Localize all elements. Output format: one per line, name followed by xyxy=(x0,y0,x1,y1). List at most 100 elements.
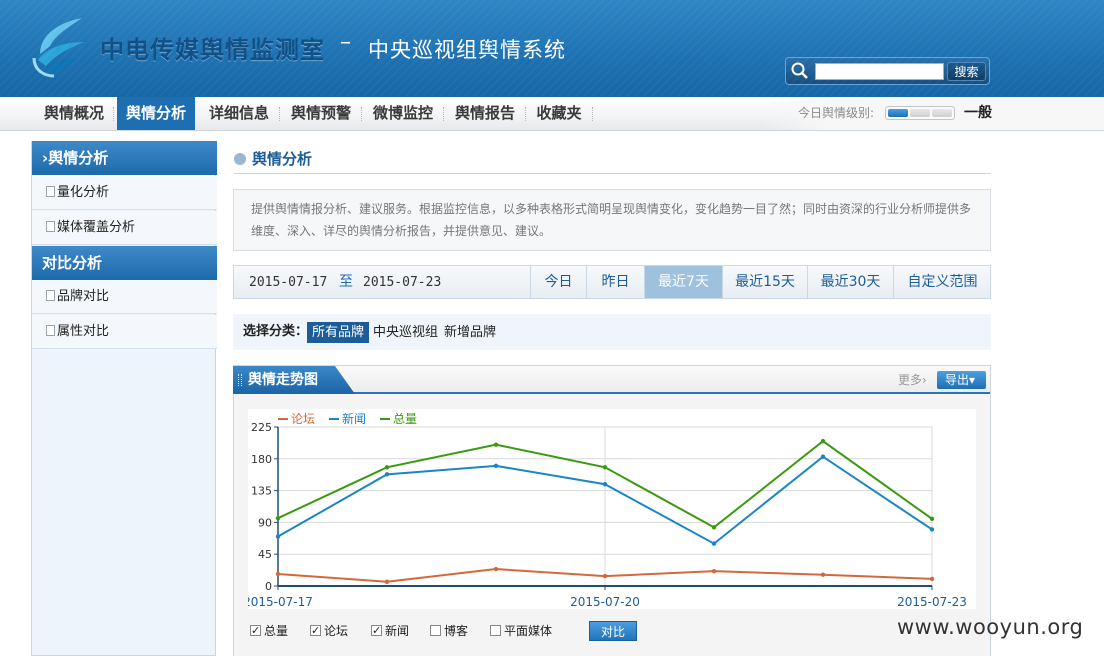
filter-all-brands[interactable]: 所有品牌 xyxy=(307,322,370,343)
sidebar-section-analysis[interactable]: ›舆情分析 xyxy=(32,141,217,175)
document-icon xyxy=(46,221,55,232)
checkbox-icon xyxy=(250,621,261,641)
sidebar-item-quantitative[interactable]: 量化分析 xyxy=(32,176,217,210)
sidebar-item-label: 媒体覆盖分析 xyxy=(57,220,136,235)
x-tick-label: 2015-07-17 xyxy=(248,595,313,609)
y-tick-label: 45 xyxy=(258,548,272,561)
search-box: 搜索 xyxy=(785,57,990,85)
x-tick-label: 2015-07-23 xyxy=(897,595,967,609)
nav-divider xyxy=(525,107,526,121)
nav-item-warning[interactable]: 舆情预警 xyxy=(283,97,359,130)
category-filter: 选择分类： 所有品牌 中央巡视组 新增品牌 xyxy=(233,314,991,350)
checkbox-icon xyxy=(490,625,501,636)
date-to[interactable]: 2015-07-23 xyxy=(363,266,441,299)
sidebar: ›舆情分析 量化分析 媒体覆盖分析 对比分析 品牌对比 属性对比 xyxy=(31,141,217,656)
search-icon[interactable] xyxy=(790,61,810,81)
sidebar-section-title: 对比分析 xyxy=(42,254,103,272)
sidebar-item-brand-compare[interactable]: 品牌对比 xyxy=(32,280,217,314)
nav-divider xyxy=(361,107,362,121)
data-point xyxy=(275,571,281,577)
legend-label: 新闻 xyxy=(342,411,366,426)
toggle-label: 论坛 xyxy=(324,624,349,638)
grip-icon xyxy=(238,374,242,386)
nav-item-favorites[interactable]: 收藏夹 xyxy=(529,97,589,130)
logo-icon xyxy=(32,18,84,78)
document-icon xyxy=(46,186,55,197)
filter-central-group[interactable]: 中央巡视组 xyxy=(368,322,443,343)
gauge-segment xyxy=(910,109,930,117)
nav-item-report[interactable]: 舆情报告 xyxy=(447,97,523,130)
sidebar-section-title: 舆情分析 xyxy=(48,149,109,167)
data-point xyxy=(602,465,608,470)
range-today-button[interactable]: 今日 xyxy=(530,266,586,298)
y-tick-label: 0 xyxy=(265,580,272,593)
data-point xyxy=(929,516,935,522)
trend-panel: 舆情走势图 更多› 导出▾ 0 45 90 135 180 225 2015-07-17 20… xyxy=(233,365,991,656)
nav-divider xyxy=(113,107,114,121)
data-point xyxy=(275,534,281,539)
app-title: 中电传媒舆情监测室 xyxy=(100,35,325,64)
data-point xyxy=(929,576,935,582)
data-point xyxy=(493,463,499,469)
search-input[interactable] xyxy=(815,63,944,80)
level-label: 今日舆情级别: xyxy=(798,106,875,120)
nav-item-details[interactable]: 详细信息 xyxy=(201,97,277,130)
compare-button[interactable]: 对比 xyxy=(589,621,637,641)
range-15days-button[interactable]: 最近15天 xyxy=(722,266,807,298)
range-30days-button[interactable]: 最近30天 xyxy=(807,266,893,298)
nav-item-weibo[interactable]: 微博监控 xyxy=(365,97,441,130)
toggle-blog[interactable]: 博客 xyxy=(430,621,468,641)
toggle-news[interactable]: 新闻 xyxy=(371,621,409,641)
checkbox-icon xyxy=(371,621,382,641)
toggle-forum[interactable]: 论坛 xyxy=(310,621,348,641)
nav-item-overview[interactable]: 舆情概况 xyxy=(36,97,112,130)
bullet-icon xyxy=(234,153,246,165)
date-range-bar: 2015-07-17 至 2015-07-23 今日 昨日 最近7天 最近15天… xyxy=(233,265,991,299)
title-separator: – xyxy=(340,30,351,55)
data-point xyxy=(493,566,499,572)
data-point xyxy=(711,525,717,530)
panel-title: 舆情走势图 xyxy=(248,372,318,388)
watermark: www.wooyun.org xyxy=(897,615,1084,639)
sidebar-section-compare[interactable]: 对比分析 xyxy=(32,246,217,280)
series-toggles: 总量 论坛 新闻 博客 平面媒体 对比 xyxy=(250,621,970,641)
nav-divider xyxy=(592,107,593,121)
more-link[interactable]: 更多› xyxy=(898,366,927,394)
page-title: 舆情分析 xyxy=(234,146,991,174)
data-point xyxy=(384,472,390,477)
data-point xyxy=(384,465,390,470)
trend-chart-svg: 0 45 90 135 180 225 2015-07-17 2015-07-20 2015-0… xyxy=(248,411,967,609)
checkbox-icon xyxy=(310,621,321,641)
export-button[interactable]: 导出▾ xyxy=(937,371,986,389)
sidebar-item-label: 属性对比 xyxy=(57,324,110,339)
data-point xyxy=(820,438,826,444)
toggle-label: 平面媒体 xyxy=(504,624,553,638)
panel-header: 舆情走势图 更多› 导出▾ xyxy=(233,366,990,394)
toggle-label: 总量 xyxy=(264,624,289,638)
y-tick-label: 135 xyxy=(251,485,272,498)
range-7days-button[interactable]: 最近7天 xyxy=(644,266,722,298)
legend-label: 总量 xyxy=(393,412,417,426)
sidebar-item-media-coverage[interactable]: 媒体覆盖分析 xyxy=(32,211,217,245)
nav-item-analysis[interactable]: 舆情分析 xyxy=(117,97,195,130)
search-button[interactable]: 搜索 xyxy=(947,62,986,81)
legend-label: 论坛 xyxy=(291,412,315,426)
filter-label: 选择分类： xyxy=(243,324,309,339)
date-separator: 至 xyxy=(339,274,353,290)
toggle-label: 新闻 xyxy=(385,624,410,638)
gauge-segment xyxy=(932,109,952,117)
toggle-total[interactable]: 总量 xyxy=(250,621,288,641)
toggle-print-media[interactable]: 平面媒体 xyxy=(490,621,552,641)
data-point xyxy=(602,573,608,579)
data-point xyxy=(384,579,390,584)
range-custom-button[interactable]: 自定义范围 xyxy=(893,266,991,298)
range-yesterday-button[interactable]: 昨日 xyxy=(586,266,644,298)
sidebar-item-label: 品牌对比 xyxy=(57,289,110,304)
date-from[interactable]: 2015-07-17 xyxy=(249,266,327,299)
toggle-label: 博客 xyxy=(444,624,469,638)
sidebar-item-attribute-compare[interactable]: 属性对比 xyxy=(32,315,217,349)
data-point xyxy=(820,572,826,577)
level-gauge xyxy=(885,106,955,120)
filter-new-brands[interactable]: 新增品牌 xyxy=(439,322,501,343)
y-tick-label: 225 xyxy=(251,421,272,434)
